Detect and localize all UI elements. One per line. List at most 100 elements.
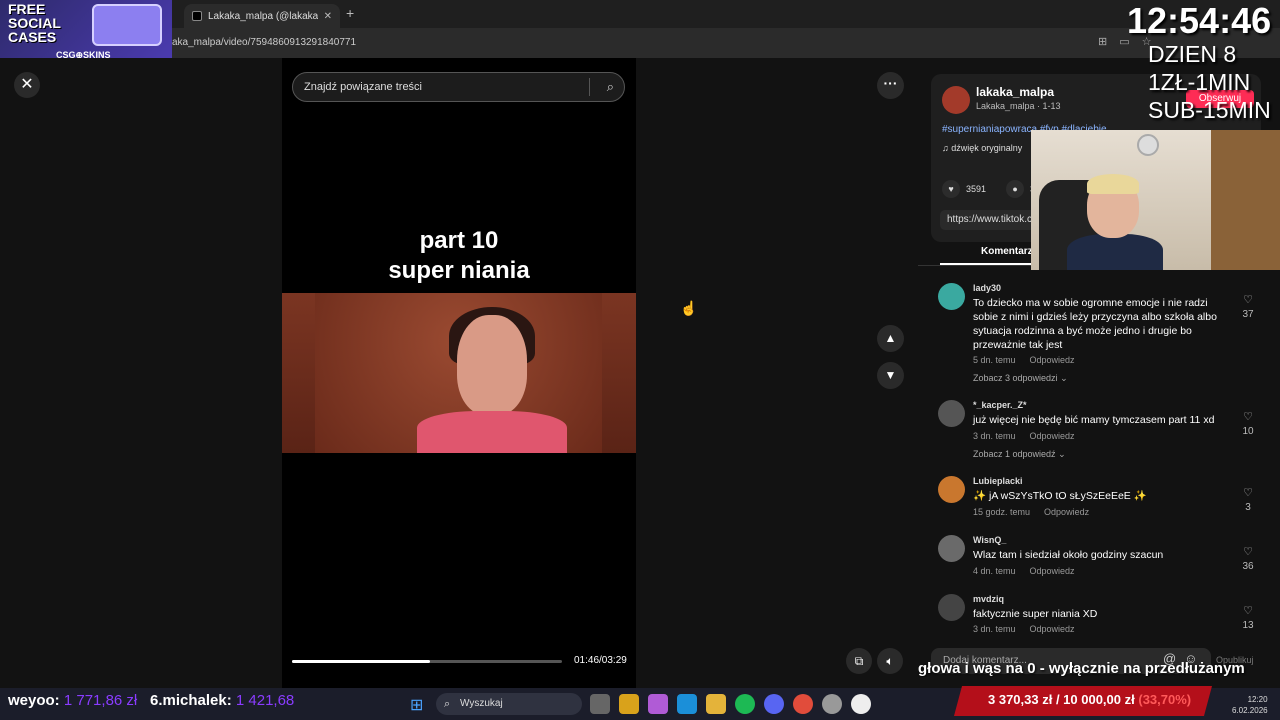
like-count: 10: [1242, 426, 1254, 437]
heart-icon[interactable]: ♡: [1238, 545, 1258, 558]
like-count: 13: [1242, 620, 1254, 631]
video-time: 01:46/03:29: [574, 655, 627, 666]
reply-link[interactable]: Odpowiedz: [1030, 431, 1075, 441]
avatar[interactable]: [938, 535, 965, 562]
heart-icon[interactable]: ♥: [942, 180, 960, 198]
search-placeholder: Znajdź powiązane treści: [304, 81, 423, 93]
search-divider: [589, 78, 590, 96]
comment-meta: 4 dn. temu Odpowiedz: [973, 566, 1075, 576]
sound-link[interactable]: ♫ dźwięk oryginalny: [942, 143, 1022, 153]
heart-icon[interactable]: ♡: [1238, 604, 1258, 617]
browser-tab[interactable]: Lakaka_malpa (@lakaka_ma ✕: [184, 4, 340, 28]
windows-start-icon[interactable]: ⊞: [410, 695, 423, 715]
tab-title: Lakaka_malpa (@lakaka_ma: [208, 10, 318, 22]
comment-item: *_kacper._Z* już więcej nie będę bić mam…: [938, 400, 1258, 464]
store-icon[interactable]: [619, 694, 639, 714]
volume-icon[interactable]: 🔈︎: [877, 648, 903, 674]
task-view-icon[interactable]: [590, 694, 610, 714]
leaderboard-entry: 6.michalek: 1 421,68: [150, 692, 295, 709]
heart-icon[interactable]: ♡: [1238, 410, 1258, 423]
comment-meta: 3 dn. temu Odpowiedz: [973, 431, 1075, 441]
comment-meta: 3 dn. temu Odpowiedz: [973, 624, 1075, 634]
tiktok-icon: [192, 11, 202, 21]
heart-icon[interactable]: ♡: [1238, 486, 1258, 499]
person-shirt: [417, 411, 567, 453]
browser-tab-bar: Lakaka_malpa (@lakaka_ma ✕ +: [0, 0, 1280, 28]
wall-clock-image: [1137, 134, 1159, 156]
stream-ticker: głowa i wąs na 0 - wyłącznie na przedłuż…: [918, 660, 1245, 677]
comment-meta: 5 dn. temu Odpowiedz: [973, 355, 1075, 365]
avatar[interactable]: [938, 476, 965, 503]
search-icon: ⌕: [444, 698, 451, 710]
obs-icon[interactable]: [822, 694, 842, 714]
comment-user[interactable]: lady30: [973, 283, 1001, 293]
hand-cursor-icon: ☝: [680, 300, 698, 316]
close-button[interactable]: ✕: [14, 72, 40, 98]
heart-icon[interactable]: ♡: [1238, 293, 1258, 306]
taskbar-search[interactable]: ⌕ Wyszukaj: [436, 693, 582, 715]
author-username[interactable]: lakaka_malpa: [976, 85, 1054, 99]
comment-user[interactable]: mvdziq: [973, 594, 1004, 604]
view-replies-link[interactable]: Zobacz 1 odpowiedź ⌄: [973, 449, 1066, 460]
like-count: 37: [1242, 309, 1254, 320]
spotify-icon[interactable]: [735, 694, 755, 714]
reply-link[interactable]: Odpowiedz: [1030, 355, 1075, 365]
avatar[interactable]: [942, 86, 970, 114]
related-search-input[interactable]: Znajdź powiązane treści ⌕: [292, 72, 625, 102]
video-frame: [282, 293, 636, 453]
comment-icon[interactable]: ●: [1006, 180, 1025, 198]
address-bar[interactable]: aka_malpa/video/7594860913291840771 ⊞ ▭ …: [0, 28, 1280, 58]
search-icon[interactable]: ⌕: [607, 79, 614, 95]
edge-icon[interactable]: [677, 694, 697, 714]
view-replies-link[interactable]: Zobacz 3 odpowiedzi ⌄: [973, 373, 1068, 384]
avatar[interactable]: [938, 400, 965, 427]
webcam-overlay: [1031, 130, 1280, 270]
comment-text: już więcej nie będę bić mamy tymczasem p…: [973, 414, 1215, 426]
tab-comments[interactable]: Komentarze: [981, 246, 1038, 257]
video-caption: part 10 super niania: [388, 227, 530, 284]
subathon-timer: 12:54:46: [1127, 0, 1272, 41]
tab-close-icon[interactable]: ✕: [324, 11, 332, 22]
video-progress-fill: [292, 660, 430, 663]
comment-item: lady30 To dziecko ma w sobie ogromne emo…: [938, 283, 1258, 389]
app-icon[interactable]: [851, 694, 871, 714]
video-progress-bar[interactable]: [292, 660, 562, 663]
url-text[interactable]: aka_malpa/video/7594860913291840771: [172, 37, 356, 48]
comment-item: mvdziq faktycznie super niania XD 3 dn. …: [938, 594, 1258, 634]
chrome-icon[interactable]: [793, 694, 813, 714]
avatar[interactable]: [938, 283, 965, 310]
comment-text: ✨ jA wSzYsTkO tO sŁySzEeEeE ✨: [973, 490, 1147, 502]
copilot-icon[interactable]: [648, 694, 668, 714]
comment-meta: 15 godz. temu Odpowiedz: [973, 507, 1090, 517]
next-video-button[interactable]: ▼: [877, 362, 904, 389]
previous-video-button[interactable]: ▲: [877, 325, 904, 352]
reply-link[interactable]: Odpowiedz: [1030, 624, 1075, 634]
avatar[interactable]: [938, 594, 965, 621]
comment-item: WisnQ_ Wlaz tam i siedział około godziny…: [938, 535, 1258, 581]
streamer-hair: [1087, 174, 1139, 194]
shelf-image: [1211, 130, 1280, 270]
comment-user[interactable]: *_kacper._Z*: [973, 400, 1027, 410]
system-clock: 12:20 6.02.2026: [1232, 695, 1268, 715]
pip-icon[interactable]: ⧉: [846, 648, 872, 674]
translate-icon[interactable]: ⊞: [1098, 35, 1107, 48]
reply-link[interactable]: Odpowiedz: [1030, 566, 1075, 576]
file-explorer-icon[interactable]: [706, 694, 726, 714]
leaderboard-entry: weyoo: 1 771,86 zł: [8, 692, 138, 709]
comment-item: Lubieplacki ✨ jA wSzYsTkO tO sŁySzEeEeE …: [938, 476, 1258, 522]
like-count: 36: [1242, 561, 1254, 572]
engagement-stats: ♥3591 ●36: [942, 180, 1040, 198]
comment-user[interactable]: Lubieplacki: [973, 476, 1023, 486]
like-stat[interactable]: ♥ 3591: [942, 180, 986, 198]
comment-user[interactable]: WisnQ_: [973, 535, 1006, 545]
author-subline: Lakaka_malpa · 1-13: [976, 101, 1061, 111]
case-box-image: [92, 4, 162, 46]
more-options-button[interactable]: ···: [877, 72, 904, 99]
like-count: 3: [1245, 502, 1251, 513]
taskbar-apps: [590, 694, 871, 714]
person-face: [457, 315, 527, 415]
discord-icon[interactable]: [764, 694, 784, 714]
comment-text: faktycznie super niania XD: [973, 608, 1098, 620]
new-tab-button[interactable]: +: [346, 5, 354, 21]
reply-link[interactable]: Odpowiedz: [1044, 507, 1089, 517]
